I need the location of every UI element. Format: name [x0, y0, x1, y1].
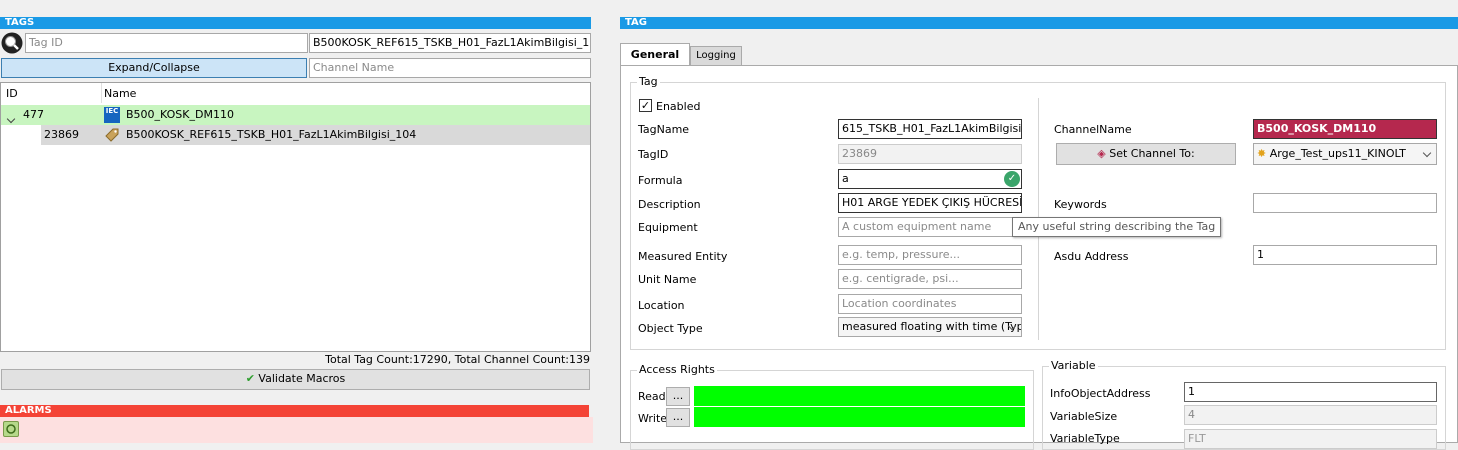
variable-size-label: VariableSize — [1050, 410, 1118, 423]
measured-entity-label: Measured Entity — [638, 250, 728, 263]
location-placeholder: Location coordinates — [842, 297, 957, 310]
alarms-panel — [0, 417, 593, 443]
variable-type-value: FLT — [1188, 432, 1206, 445]
read-edit-button[interactable]: ... — [666, 387, 690, 406]
description-input[interactable]: H01 ARGE YEDEK ÇIKIŞ HÜCRESİ — [838, 193, 1022, 213]
read-label: Read — [638, 390, 666, 403]
chevron-down-icon[interactable] — [6, 109, 16, 129]
enabled-label: Enabled — [656, 100, 701, 113]
variable-size-input: 4 — [1184, 405, 1437, 425]
tagid-label: TagID — [638, 148, 669, 161]
measured-entity-input[interactable]: e.g. temp, pressure... — [838, 245, 1022, 265]
equipment-input[interactable]: A custom equipment name — [838, 217, 1022, 237]
tag-name-filter-value: B500KOSK_REF615_TSKB_H01_FazL1AkimBilgis… — [313, 36, 591, 49]
keywords-input[interactable] — [1253, 193, 1437, 213]
alarms-header: ALARMS — [0, 405, 589, 417]
asdu-address-value: 1 — [1257, 248, 1264, 261]
location-label: Location — [638, 299, 685, 312]
variable-size-value: 4 — [1188, 408, 1195, 421]
tooltip: Any useful string describing the Tag — [1012, 217, 1222, 237]
channel-icon: ◈ — [1097, 147, 1106, 160]
column-divider — [101, 83, 102, 103]
channelname-label: ChannelName — [1054, 123, 1132, 136]
alarm-refresh-icon[interactable] — [3, 421, 19, 437]
channel-name-input[interactable]: Channel Name — [309, 58, 591, 78]
unit-name-label: Unit Name — [638, 273, 697, 286]
tag-tree[interactable]: ID Name 477 IEC B500_KOSK_DM110 23869 B5… — [0, 82, 591, 352]
channel-select-value: Arge_Test_ups11_KINOLT — [1269, 147, 1406, 160]
tagid-value: 23869 — [842, 147, 877, 160]
column-header-id[interactable]: ID — [6, 87, 18, 100]
formula-input[interactable]: a — [838, 169, 1022, 189]
channel-select[interactable]: ✸ Arge_Test_ups11_KINOLT — [1253, 143, 1437, 165]
unit-name-input[interactable]: e.g. centigrade, psi... — [838, 269, 1022, 289]
asdu-address-label: Asdu Address — [1054, 250, 1129, 263]
measured-entity-placeholder: e.g. temp, pressure... — [842, 248, 961, 261]
keywords-label: Keywords — [1054, 198, 1107, 211]
tag-id-placeholder: Tag ID — [29, 36, 63, 49]
set-channel-button[interactable]: ◈ Set Channel To: — [1056, 143, 1236, 165]
check-icon: ✔ — [245, 372, 255, 385]
tree-row-tag[interactable]: 23869 B500KOSK_REF615_TSKB_H01_FazL1Akim… — [41, 125, 590, 145]
tree-row-channel[interactable]: 477 IEC B500_KOSK_DM110 — [1, 105, 590, 125]
tagname-input[interactable]: 615_TSKB_H01_FazL1AkimBilgisi_104 — [838, 119, 1022, 139]
unit-name-placeholder: e.g. centigrade, psi... — [842, 272, 959, 285]
write-access-bar[interactable] — [694, 407, 1025, 427]
tab-general[interactable]: General — [620, 43, 690, 66]
count-status: Total Tag Count:17290, Total Channel Cou… — [325, 353, 590, 366]
validate-macros-label: Validate Macros — [258, 372, 346, 385]
chevron-down-icon — [1422, 148, 1432, 158]
tags-header: TAGS — [0, 17, 591, 29]
channelname-field: B500_KOSK_DM110 — [1253, 119, 1437, 139]
tag-name-filter-input[interactable]: B500KOSK_REF615_TSKB_H01_FazL1AkimBilgis… — [309, 33, 591, 53]
equipment-placeholder: A custom equipment name — [842, 220, 992, 233]
write-edit-button[interactable]: ... — [666, 408, 690, 427]
tagname-label: TagName — [638, 123, 690, 136]
channelname-value: B500_KOSK_DM110 — [1257, 122, 1377, 135]
row-id: 23869 — [44, 128, 79, 141]
variable-type-select: FLT — [1184, 429, 1437, 449]
access-rights-title: Access Rights — [637, 363, 717, 376]
search-icon[interactable] — [1, 32, 23, 54]
set-channel-label: Set Channel To: — [1109, 147, 1195, 160]
tag-group-title: Tag — [637, 75, 660, 88]
column-header-name[interactable]: Name — [104, 87, 136, 100]
tagid-input: 23869 — [838, 144, 1022, 164]
read-access-bar[interactable] — [694, 386, 1025, 406]
description-value: H01 ARGE YEDEK ÇIKIŞ HÜCRESİ — [842, 196, 1022, 209]
object-type-value: measured floating with time (Typ — [842, 320, 1022, 333]
object-type-select[interactable]: measured floating with time (Typ — [838, 317, 1022, 337]
info-object-address-label: InfoObjectAddress — [1050, 387, 1151, 400]
tag-header: TAG — [620, 17, 1458, 29]
formula-value: a — [842, 172, 849, 185]
channel-name-placeholder: Channel Name — [313, 61, 395, 74]
info-object-address-input[interactable]: 1 — [1184, 382, 1437, 402]
variable-type-label: VariableType — [1050, 432, 1120, 445]
object-type-label: Object Type — [638, 322, 703, 335]
description-label: Description — [638, 198, 701, 211]
expand-collapse-button[interactable]: Expand/Collapse — [1, 58, 307, 78]
tagname-value: 615_TSKB_H01_FazL1AkimBilgisi_104 — [842, 122, 1022, 135]
validate-macros-button[interactable]: ✔ Validate Macros — [1, 369, 590, 390]
tag-icon — [104, 127, 120, 150]
row-name: B500KOSK_REF615_TSKB_H01_FazL1AkimBilgis… — [126, 128, 417, 141]
equipment-label: Equipment — [638, 221, 698, 234]
enabled-checkbox[interactable]: ✓ — [639, 99, 652, 112]
info-object-address-value: 1 — [1188, 385, 1195, 398]
asdu-address-input[interactable]: 1 — [1253, 245, 1437, 265]
formula-label: Formula — [638, 174, 683, 187]
tag-id-input[interactable]: Tag ID — [25, 33, 308, 53]
row-id: 477 — [23, 108, 44, 121]
tab-logging[interactable]: Logging — [690, 46, 742, 66]
iec-icon: IEC — [104, 107, 120, 123]
location-input[interactable]: Location coordinates — [838, 294, 1022, 314]
write-label: Write — [638, 412, 668, 425]
valid-check-icon: ✓ — [1004, 171, 1020, 187]
row-name: B500_KOSK_DM110 — [126, 108, 234, 121]
variable-title: Variable — [1049, 359, 1098, 372]
star-icon: ✸ — [1257, 147, 1267, 160]
